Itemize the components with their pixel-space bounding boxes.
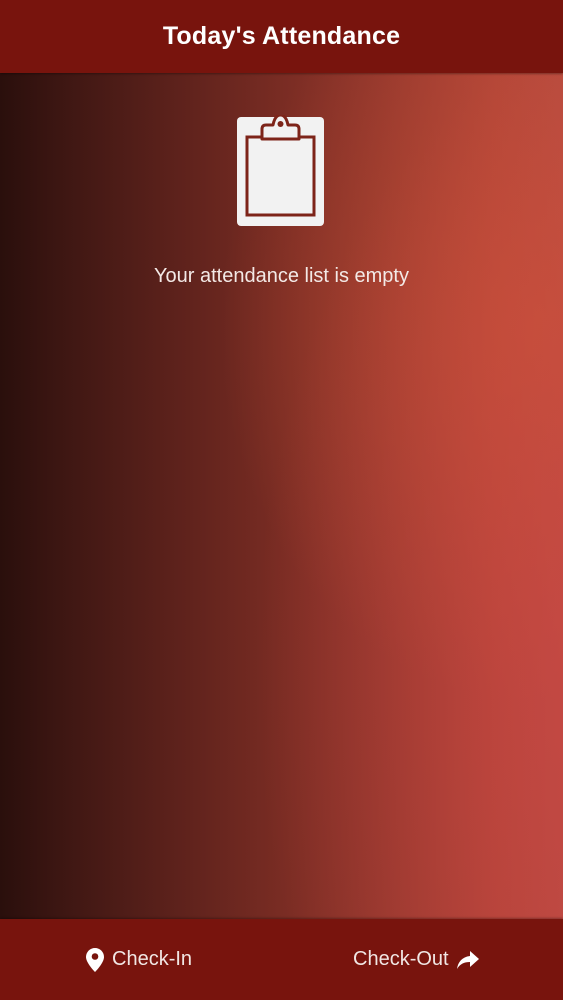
bottom-toolbar: Check-In Check-Out <box>0 919 563 1000</box>
check-out-label: Check-Out <box>353 948 449 970</box>
empty-list-message: Your attendance list is empty <box>154 265 409 287</box>
clipboard-icon <box>237 115 324 226</box>
attendance-content: Your attendance list is empty <box>0 73 563 919</box>
page-title: Today's Attendance <box>162 22 401 50</box>
check-in-button[interactable]: Check-In <box>86 919 192 1000</box>
attendance-screen: Today's Attendance Your attendance list … <box>0 0 563 1000</box>
nav-header: Today's Attendance <box>0 0 563 73</box>
check-out-button[interactable]: Check-Out <box>353 919 479 1000</box>
check-in-label: Check-In <box>112 948 193 970</box>
share-arrow-icon <box>456 950 479 969</box>
map-pin-icon <box>86 947 104 972</box>
